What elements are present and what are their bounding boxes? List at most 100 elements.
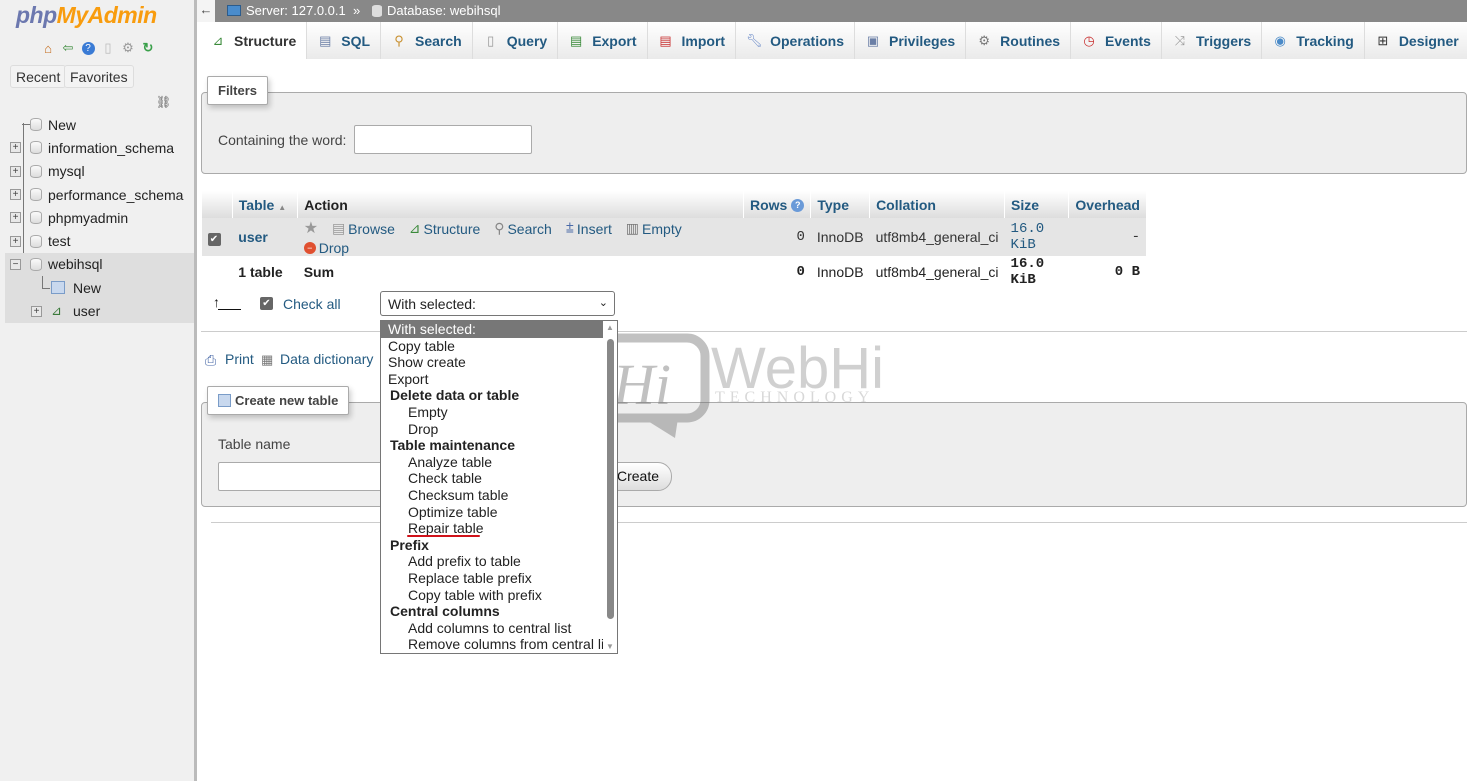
expand-icon[interactable]: + (10, 212, 21, 224)
watermark-bubble-tail (643, 418, 678, 438)
column-header-overhead[interactable]: Overhead (1068, 191, 1146, 218)
column-header-type[interactable]: Type (810, 191, 870, 218)
summary-row: 1 table Sum 0 InnoDB utf8mb4_general_ci … (201, 256, 1146, 288)
dropdown-option[interactable]: Empty (381, 404, 617, 421)
insert-action[interactable]: ⩲ Insert (566, 220, 612, 237)
data-dictionary-link[interactable]: Data dictionary (280, 351, 373, 367)
dropdown-option[interactable]: Copy table (381, 338, 617, 355)
tab-sql[interactable]: ▤ SQL (307, 22, 382, 59)
summary-type: InnoDB (810, 256, 870, 288)
link-with-main-panel-icon[interactable]: ⛓ (156, 95, 171, 109)
tab-search[interactable]: ⚲ Search (381, 22, 473, 59)
tree-item-new-table[interactable]: New (5, 276, 195, 300)
docs-icon[interactable]: ▯ (100, 40, 116, 56)
dropdown-option[interactable]: Show create (381, 354, 617, 371)
tree-item-mysql[interactable]: + mysql (8, 160, 195, 183)
collapse-icon[interactable]: − (10, 258, 21, 270)
tab-structure[interactable]: ⊿ Structure (200, 22, 308, 59)
tree-item-phpmyadmin[interactable]: + phpmyadmin (8, 206, 195, 229)
scroll-down-icon[interactable]: ▼ (606, 642, 614, 651)
dropdown-option[interactable]: Check table (381, 470, 617, 487)
dropdown-scrollbar[interactable]: ▲ ▼ (603, 321, 617, 653)
dropdown-option[interactable]: Analyze table (381, 454, 617, 471)
check-all-checkbox[interactable]: ✔ (260, 297, 273, 310)
expand-icon[interactable]: + (10, 142, 21, 154)
sidebar-resize-handle[interactable] (194, 0, 197, 781)
tab-tracking[interactable]: ◉ Tracking (1262, 22, 1365, 59)
size-value[interactable]: 16.0 KiB (1004, 218, 1069, 256)
dropdown-option[interactable]: Checksum table (381, 487, 617, 504)
back-arrow-icon[interactable]: ← (197, 0, 215, 22)
with-selected-select[interactable]: With selected: ⌄ (380, 291, 615, 316)
tab-privileges[interactable]: ▣ Privileges (855, 22, 967, 59)
dropdown-option[interactable]: Drop (381, 421, 617, 438)
logout-icon[interactable]: ⇦ (60, 40, 76, 56)
browse-action[interactable]: ▤ Browse (332, 220, 395, 237)
structure-action[interactable]: ⊿ Structure (409, 220, 481, 237)
designer-icon: ⊞ (1377, 32, 1389, 48)
breadcrumb-server[interactable]: Server: 127.0.0.1 (227, 3, 346, 18)
table-name-link[interactable]: user (232, 218, 298, 256)
tab-events[interactable]: ◷ Events (1071, 22, 1162, 59)
column-header-rows[interactable]: Rows ? (742, 191, 811, 218)
watermark-sub: TECHNOLOGY (715, 389, 874, 406)
phpmyadmin-logo[interactable]: phpMyAdmin (16, 2, 157, 29)
expand-icon[interactable]: + (10, 165, 21, 177)
favorite-star-icon[interactable]: ★ (304, 218, 318, 238)
with-selected-options-list: With selected: Copy table Show create Expor… (380, 320, 618, 654)
tree-item-webihsql[interactable]: − webihsql (5, 252, 195, 277)
expand-icon[interactable]: + (31, 305, 42, 317)
tab-designer[interactable]: ⊞ Designer (1364, 22, 1467, 59)
column-header-table[interactable]: Table ▲ (231, 191, 298, 218)
dropdown-option[interactable]: With selected: (381, 321, 617, 338)
tab-query[interactable]: ▯ Query (472, 22, 559, 59)
expand-icon[interactable]: + (10, 189, 21, 201)
tree-item-performance-schema[interactable]: + performance_schema (8, 183, 195, 206)
tree-item-user[interactable]: + ⊿ user (5, 299, 195, 323)
favorites-button[interactable]: Favorites (64, 65, 134, 88)
expand-icon[interactable]: + (10, 235, 21, 247)
drop-action[interactable]: − Drop (303, 240, 349, 256)
tree-item-information-schema[interactable]: + information_schema (8, 136, 195, 159)
search-action[interactable]: ⚲ Search (494, 220, 552, 237)
filter-word-input[interactable] (354, 125, 532, 154)
query-icon: ▯ (487, 32, 495, 48)
tab-triggers[interactable]: ⤨ Triggers (1161, 22, 1263, 59)
row-checkbox[interactable]: ✔ (201, 218, 233, 256)
help-icon[interactable]: ? (791, 199, 805, 213)
dropdown-option[interactable]: Optimize table (381, 504, 617, 521)
navigation-sidebar: phpMyAdmin ⌂ ⇦ ? ▯ ⚙ ↻ Recent Favorites … (0, 0, 195, 781)
breadcrumb-database[interactable]: Database: webihsql (372, 3, 500, 18)
tab-export[interactable]: ▤ Export (558, 22, 648, 59)
scrollbar-thumb[interactable] (607, 339, 614, 619)
table-name-input[interactable] (218, 462, 398, 491)
reload-icon[interactable]: ↻ (140, 40, 156, 56)
sort-ascending-icon: ▲ (278, 202, 287, 212)
main-tabs: ⊿ Structure ▤ SQL ⚲ Search ▯ Query ▤ Export ▤… (200, 22, 1467, 59)
tab-operations[interactable]: 🔧︎ Operations (736, 22, 855, 59)
dropdown-option[interactable]: Add prefix to table (381, 553, 617, 570)
browse-icon: ▤ (331, 220, 346, 236)
recent-button[interactable]: Recent (10, 65, 67, 88)
column-header-collation[interactable]: Collation (869, 191, 1005, 218)
dropdown-option[interactable]: Remove columns from central list (381, 636, 617, 653)
check-all-label[interactable]: Check all (283, 296, 341, 312)
tree-item-test[interactable]: + test (8, 229, 195, 252)
tree-item-new[interactable]: New (8, 113, 195, 136)
dropdown-option[interactable]: Export (381, 371, 617, 388)
settings-icon[interactable]: ⚙ (120, 40, 136, 56)
dropdown-option[interactable]: Copy table with prefix (381, 587, 617, 604)
privileges-icon: ▣ (866, 32, 880, 48)
home-icon[interactable]: ⌂ (40, 40, 56, 56)
dropdown-option[interactable]: Add columns to central list (381, 620, 617, 637)
tab-routines[interactable]: ⚙ Routines (966, 22, 1072, 59)
help-icon[interactable]: ? (80, 40, 96, 56)
tab-import[interactable]: ▤ Import (647, 22, 737, 59)
empty-action[interactable]: ▥ Empty (626, 220, 682, 237)
print-link[interactable]: Print (225, 351, 254, 367)
column-header-size[interactable]: Size (1004, 191, 1069, 218)
arrow-up-left-icon: ↑ (213, 294, 220, 310)
scroll-up-icon[interactable]: ▲ (606, 323, 614, 332)
new-database-icon (30, 118, 42, 132)
dropdown-option[interactable]: Replace table prefix (381, 570, 617, 587)
